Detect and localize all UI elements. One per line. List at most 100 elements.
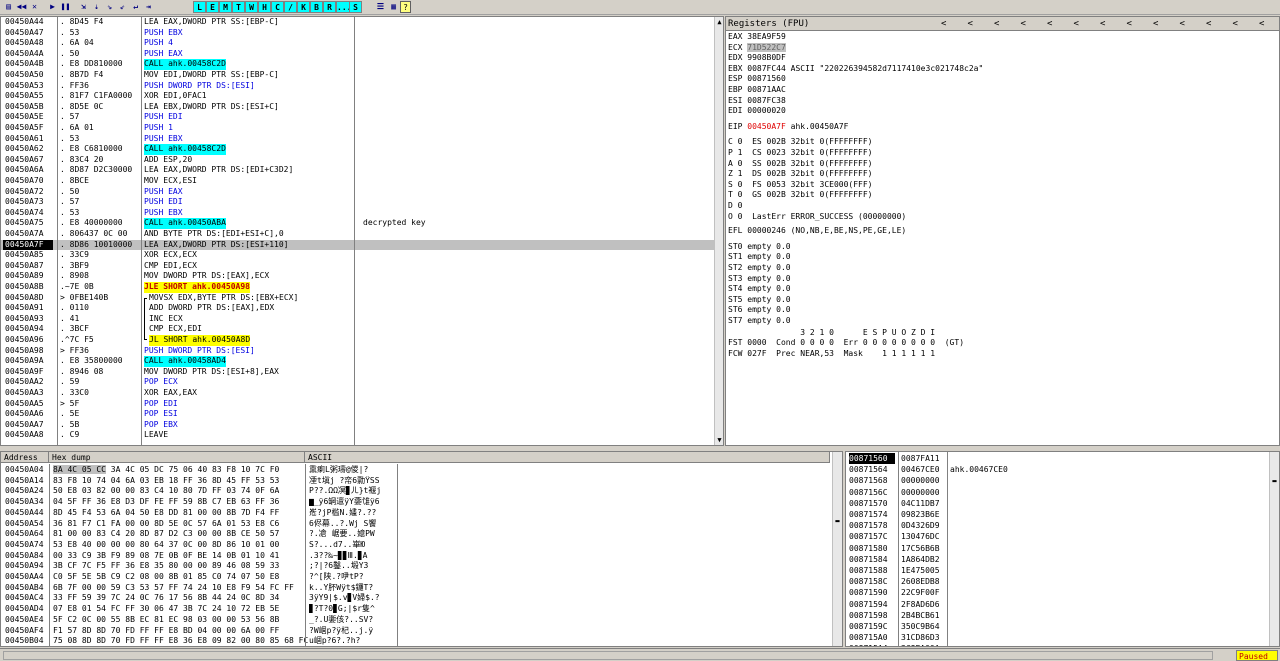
register-row-eip[interactable]: EIP 00450A7F ahk.00450A7F [728,122,848,133]
close-icon[interactable]: ✕ [28,1,41,13]
trace-into-icon[interactable]: ⇘ [103,1,116,13]
execute-till-return-icon[interactable]: ↵ [129,1,142,13]
dump-row[interactable]: 00450A24 50 E8 03 82 00 00 83 C4 10 80 7D… [1,486,831,497]
dump-scroll-thumb-icon[interactable]: ▬ [833,516,842,526]
run-icon[interactable]: ▶ [46,1,59,13]
disasm-row[interactable]: 00450A93 . 41 INC ECX [1,314,715,325]
toolbar-letter-4[interactable]: W [245,1,258,13]
stack-row[interactable]: 00871560 0087FA11 [846,453,1266,465]
disasm-row[interactable]: 00450A85 . 33C9 XOR ECX,ECX [1,250,715,261]
disasm-divider-addr[interactable] [57,17,58,445]
register-view-arrow-icon[interactable]: < [1233,17,1238,31]
dump-row[interactable]: 00450B04 75 08 8D 8D 70 FD FF FF E8 36 E8… [1,636,831,646]
dump-row[interactable]: 00450A44 8D 45 F4 53 6A 04 50 E8 DD 81 00… [1,508,831,519]
disasm-row[interactable]: 00450A44 . 8D45 F4 LEA EAX,DWORD PTR SS:[E… [1,17,715,28]
disasm-row[interactable]: 00450A89 . 8908 MOV DWORD PTR DS:[EAX],ECX [1,271,715,282]
dump-hex-bytes[interactable]: F1 57 8D 8D 70 FD FF FF E8 BD 04 00 00 6… [53,626,303,637]
toolbar-letter-8[interactable]: K [297,1,310,13]
stack-row[interactable]: 00871590 22C9F00F [846,587,1266,598]
rewind-icon[interactable]: ◀◀ [15,1,28,13]
disasm-row[interactable]: 00450A9A . E8 35800000 CALL ahk.00458AD4 [1,356,715,367]
fpu-register-row[interactable]: ST2 empty 0.0 [728,263,791,274]
dump-hex-bytes[interactable]: 33 FF 59 39 7C 24 0C 76 17 56 8B 44 24 0… [53,593,303,604]
register-view-arrow-icon[interactable]: < [1074,17,1079,31]
toolbar-letter-0[interactable]: L [193,1,206,13]
dump-hex-bytes[interactable]: 04 5F FF 36 E8 D3 DF FE FF 59 8B C7 EB 6… [53,497,303,508]
stack-scrollbar[interactable]: ▬ [1269,452,1279,646]
stack-row[interactable]: 008715A4 3C8EA00A [846,643,1266,646]
disasm-row[interactable]: 00450AA8 . C9 LEAVE [1,430,715,441]
register-row-eax[interactable]: EAX 38EA9F59 [728,32,791,43]
register-view-arrow-icon[interactable]: < [1180,17,1185,31]
help-icon[interactable]: ? [400,1,411,13]
register-view-arrow-icon[interactable]: < [1021,17,1026,31]
disasm-row[interactable]: 00450A5E . 57 PUSH EDI [1,112,715,123]
disasm-row[interactable]: 00450A73 . 57 PUSH EDI [1,197,715,208]
dump-hex-bytes[interactable]: 8D 45 F4 53 6A 04 50 E8 DD 81 00 00 8B 7… [53,508,303,519]
stack-row[interactable]: 0087156C 00000000 [846,487,1266,498]
disasm-row[interactable]: 00450AA5 > 5F POP EDI [1,399,715,410]
dump-divider-addr[interactable] [49,464,50,646]
dump-row[interactable]: 00450A74 53 E8 40 00 00 00 80 64 37 0C 00… [1,540,831,551]
pause-icon[interactable]: ❚❚ [59,1,72,13]
register-row-ebp[interactable]: EBP 00871AAC [728,85,791,96]
stack-row[interactable]: 00871594 2F8AD6D6 [846,599,1266,610]
disasm-row[interactable]: 00450A72 . 50 PUSH EAX [1,187,715,198]
disasm-row[interactable]: 00450AA7 . 5B POP EBX [1,420,715,431]
stack-row[interactable]: 0087157C 130476DC [846,531,1266,542]
disasm-row[interactable]: 00450A91 . 0110 ADD DWORD PTR DS:[EAX],EDX [1,303,715,314]
register-view-arrow-icon[interactable]: < [1259,17,1264,31]
disasm-row[interactable]: 00450A94 . 3BCF CMP ECX,EDI [1,324,715,335]
stack-divider-addr[interactable] [898,452,899,646]
flag-row[interactable]: T 0 GS 002B 32bit 0(FFFFFFFF) [728,190,873,201]
dump-row[interactable]: 00450AE4 5F C2 0C 00 55 8B EC 81 EC 98 03… [1,615,831,626]
stack-row[interactable]: 0087158C 2608EDB8 [846,576,1266,587]
disasm-scrollbar[interactable]: ▲ ▼ [714,17,723,445]
dump-row[interactable]: 00450A84 00 33 C9 3B F9 89 08 7E 0B 0F BE… [1,551,831,562]
dump-scrollbar[interactable]: ▬ [832,452,842,646]
dump-hex-bytes[interactable]: 07 E8 01 54 FC FF 30 06 47 3B 7C 24 10 7… [53,604,303,615]
dump-row[interactable]: 00450A14 83 F8 10 74 04 6A 03 EB 18 FF 36… [1,476,831,487]
disasm-row[interactable]: 00450A70 . 8BCE MOV ECX,ESI [1,176,715,187]
stack-divider-val[interactable] [947,452,948,646]
disasm-row[interactable]: 00450A67 . 83C4 20 ADD ESP,20 [1,155,715,166]
disasm-row[interactable]: 00450A62 . E8 C6810000 CALL ahk.00458C2D [1,144,715,155]
disassembly-pane[interactable]: 00450A44 . 8D45 F4 LEA EAX,DWORD PTR SS:[E… [0,16,724,446]
disasm-divider-hex[interactable] [141,17,142,445]
dump-col-hex[interactable]: Hex dump [49,452,305,463]
fpu-register-row[interactable]: ST3 empty 0.0 [728,274,791,285]
register-view-arrow-icon[interactable]: < [941,17,946,31]
hex-dump-pane[interactable]: Address Hex dump ASCII 00450A04 8A 4C 05 … [0,451,843,647]
scroll-up-icon[interactable]: ▲ [715,17,723,27]
fpu-control-row[interactable]: FCW 027F Prec NEAR,53 Mask 1 1 1 1 1 1 [728,349,935,360]
disasm-row[interactable]: 00450A47 . 53 PUSH EBX [1,28,715,39]
dump-row[interactable]: 00450AA4 C0 5F 5E 5B C9 C2 08 00 8B 01 85… [1,572,831,583]
flag-row[interactable]: O 0 LastErr ERROR_SUCCESS (00000000) [728,212,906,223]
fpu-register-row[interactable]: ST4 empty 0.0 [728,284,791,295]
disasm-row[interactable]: 00450A75 . E8 40000000 CALL ahk.00450ABA de… [1,218,715,229]
dump-hex-bytes[interactable]: 8A 4C 05 CC 3A 4C 05 DC 75 06 40 83 F8 1… [53,465,303,476]
disasm-row[interactable]: 00450A5F . 6A 01 PUSH 1 [1,123,715,134]
dump-hex-bytes[interactable]: 3B CF 7C F5 FF 36 E8 35 80 00 00 89 46 0… [53,561,303,572]
disasm-row[interactable]: 00450A87 . 3BF9 CMP EDI,ECX [1,261,715,272]
fpu-register-row[interactable]: ST7 empty 0.0 [728,316,791,327]
goto-icon[interactable]: ⇥ [142,1,155,13]
disasm-row[interactable]: 00450A61 . 53 PUSH EBX [1,134,715,145]
register-row-edi[interactable]: EDI 00000020 [728,106,791,117]
register-value[interactable]: 0087FC38 [747,96,786,105]
disasm-row[interactable]: 00450A7F . 8D86 10010000 LEA EAX,DWORD PTR… [1,239,715,251]
dump-divider-ascii[interactable] [397,464,398,646]
disasm-row[interactable]: 00450A96 .^7C F5 JL SHORT ahk.00450A8D [1,335,715,346]
flag-row[interactable]: A 0 SS 002B 32bit 0(FFFFFFFF) [728,159,873,170]
disasm-row[interactable]: 00450A74 . 53 PUSH EBX [1,208,715,219]
dump-row[interactable]: 00450A04 8A 4C 05 CC 3A 4C 05 DC 75 06 40… [1,465,831,476]
stack-row[interactable]: 00871588 1E475005 [846,565,1266,576]
dump-hex-bytes[interactable]: 81 00 00 83 C4 20 8D 87 D2 C3 00 00 8B C… [53,529,303,540]
stack-row[interactable]: 00871568 00000000 [846,475,1266,486]
toolbar-letter-12[interactable]: S [349,1,362,13]
flag-row[interactable]: S 0 FS 0053 32bit 3CE000(FFF) [728,180,873,191]
stack-row[interactable]: 00871578 0D4326D9 [846,520,1266,531]
dump-divider-hex[interactable] [305,464,306,646]
register-view-arrow-icon[interactable]: < [1127,17,1132,31]
stack-row[interactable]: 008715A0 31CD86D3 [846,632,1266,643]
